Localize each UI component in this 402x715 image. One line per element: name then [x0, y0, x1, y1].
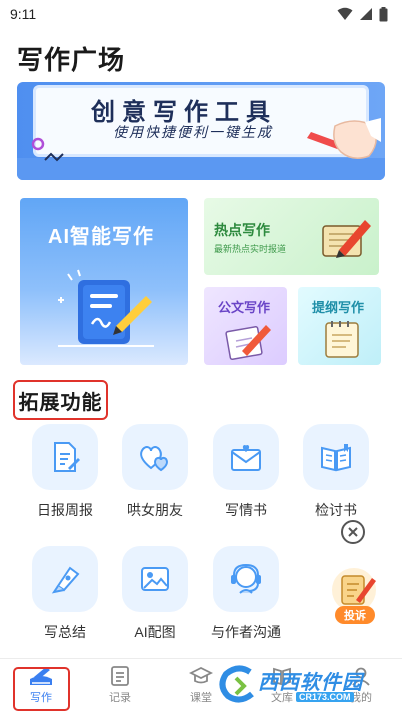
ai-document-pen-icon: [58, 269, 154, 347]
feature-icon-tile: [122, 546, 188, 612]
feature-self-criticism[interactable]: 检讨书: [294, 424, 378, 520]
love-letter-icon: [231, 445, 261, 471]
status-icons: [337, 6, 388, 22]
graduation-cap-icon: [189, 666, 213, 684]
watermark-logo-icon: [217, 664, 257, 704]
notebook-icon: [325, 321, 359, 358]
outline-writing-title: 提纲写作: [312, 300, 365, 315]
feature-label: 写总结: [44, 624, 86, 640]
creative-tools-banner[interactable]: 创意写作工具 使用快捷便利一键生成: [17, 82, 385, 180]
report-float-button[interactable]: 投诉: [326, 566, 382, 624]
watermark: 西西软件园 CR173.COM: [214, 662, 380, 706]
feature-contact-author[interactable]: 与作者沟通: [204, 546, 288, 642]
watermark-text: 西西软件园: [258, 672, 363, 694]
ai-writing-title: AI智能写作: [48, 226, 154, 248]
close-icon: [348, 527, 358, 537]
nav-label: 记录: [109, 692, 131, 704]
feature-icon-tile: [303, 424, 369, 490]
document-pencil-icon: [225, 325, 271, 360]
feature-label: 写情书: [225, 502, 267, 518]
image-icon: [141, 567, 169, 591]
book-pencil-icon: [322, 220, 371, 258]
wifi-icon: [337, 7, 353, 20]
close-button[interactable]: [341, 520, 365, 544]
active-tab-highlight: [13, 667, 70, 711]
feature-icon-tile: [32, 424, 98, 490]
hot-writing-title: 热点写作: [214, 222, 270, 238]
feature-label: 与作者沟通: [211, 624, 281, 640]
feature-ai-image[interactable]: AI配图: [113, 546, 197, 642]
official-writing-card[interactable]: 公文写作: [204, 287, 287, 365]
banner-subtitle: 使用快捷便利一键生成: [113, 125, 273, 141]
banner-decoration-icon: [31, 137, 64, 162]
page-title: 写作广场: [17, 45, 126, 75]
nav-tab-records[interactable]: 记录: [90, 665, 150, 705]
headset-icon: [231, 563, 261, 594]
report-doc-icon: [54, 442, 80, 472]
feature-icon-tile: [213, 546, 279, 612]
feature-love-letter[interactable]: 写情书: [204, 424, 288, 520]
cell-signal-icon: [360, 8, 372, 20]
feature-write-summary[interactable]: 写总结: [23, 546, 107, 642]
feature-daily-weekly-report[interactable]: 日报周报: [23, 424, 107, 520]
hot-writing-subtitle: 最新热点实时报道: [214, 244, 287, 254]
feature-icon-tile: [213, 424, 279, 490]
status-time: 9:11: [10, 6, 37, 22]
feature-label: 哄女朋友: [127, 502, 183, 518]
pen-nib-icon: [51, 566, 80, 594]
section-title-extensions: 拓展功能: [13, 380, 108, 420]
feature-coax-girlfriend[interactable]: 哄女朋友: [113, 424, 197, 520]
ai-writing-card[interactable]: AI智能写作: [20, 198, 188, 365]
watermark-url: CR173.COM: [296, 692, 354, 702]
hot-writing-card[interactable]: 热点写作 最新热点实时报道: [204, 198, 379, 275]
feature-label: AI配图: [134, 624, 176, 640]
official-writing-title: 公文写作: [218, 300, 271, 315]
feature-icon-tile: [122, 424, 188, 490]
report-label: 投诉: [335, 606, 375, 624]
battery-icon: [379, 6, 388, 21]
nav-label: 课堂: [190, 692, 212, 704]
hearts-icon: [140, 446, 168, 472]
hand-writing-icon: [307, 118, 381, 159]
feature-icon-tile: [32, 546, 98, 612]
outline-writing-card[interactable]: 提纲写作: [298, 287, 381, 365]
records-nav-icon: [111, 666, 129, 686]
status-bar: 9:11: [0, 0, 402, 28]
open-book-icon: [321, 444, 351, 472]
feature-label: 检讨书: [315, 502, 357, 518]
feature-label: 日报周报: [37, 502, 93, 518]
